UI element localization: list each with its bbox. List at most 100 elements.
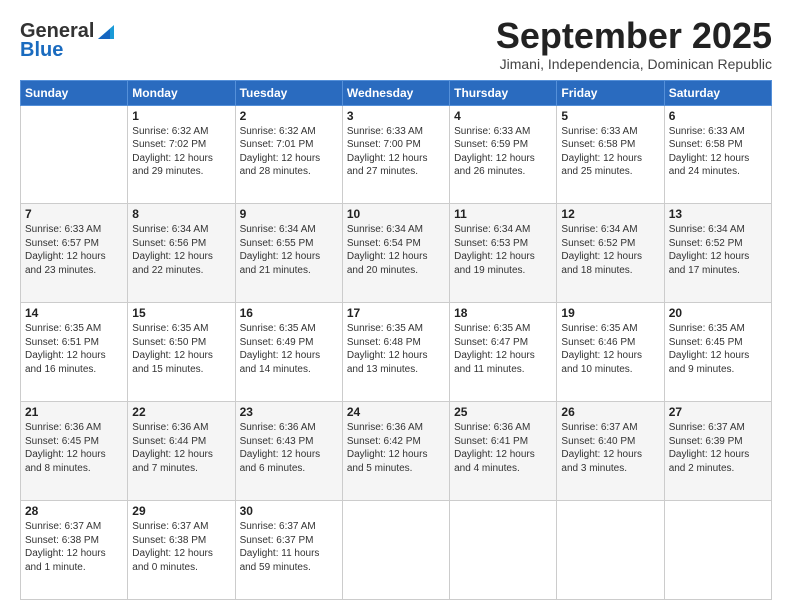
header-monday: Monday	[128, 80, 235, 105]
cell-info-line: Sunrise: 6:36 AM	[240, 422, 316, 433]
cell-info-line: Daylight: 12 hours	[454, 350, 535, 361]
header-friday: Friday	[557, 80, 664, 105]
cell-info: Sunrise: 6:35 AMSunset: 6:49 PMDaylight:…	[240, 322, 338, 376]
table-row: 8Sunrise: 6:34 AMSunset: 6:56 PMDaylight…	[128, 204, 235, 303]
cell-info-line: Daylight: 12 hours	[669, 449, 750, 460]
cell-info-line: and 59 minutes.	[240, 562, 311, 573]
day-number: 26	[561, 405, 659, 419]
cell-info-line: Sunrise: 6:33 AM	[669, 126, 745, 137]
cell-info-line: Daylight: 12 hours	[561, 153, 642, 164]
table-row	[342, 501, 449, 600]
cell-info-line: and 22 minutes.	[132, 265, 203, 276]
table-row: 24Sunrise: 6:36 AMSunset: 6:42 PMDayligh…	[342, 402, 449, 501]
cell-info-line: Sunrise: 6:34 AM	[240, 224, 316, 235]
cell-info: Sunrise: 6:35 AM Sunset: 6:51 PM Daylight:…	[25, 322, 123, 376]
table-row: 18Sunrise: 6:35 AMSunset: 6:47 PMDayligh…	[450, 303, 557, 402]
cell-info-line: Sunrise: 6:34 AM	[132, 224, 208, 235]
cell-info-line: and 29 minutes.	[132, 166, 203, 177]
table-row: 19Sunrise: 6:35 AMSunset: 6:46 PMDayligh…	[557, 303, 664, 402]
day-number: 20	[669, 306, 767, 320]
cell-info: Sunrise: 6:33 AMSunset: 6:57 PMDaylight:…	[25, 223, 123, 277]
cell-info-line: and 26 minutes.	[454, 166, 525, 177]
cell-info-line: Sunset: 7:00 PM	[347, 139, 421, 150]
cell-info-line: Sunrise: 6:36 AM	[132, 422, 208, 433]
cell-info-line: and 25 minutes.	[561, 166, 632, 177]
cell-info-line: Sunrise: 6:32 AM	[240, 126, 316, 137]
day-number: 11	[454, 207, 552, 221]
calendar-week-row: 14Sunrise: 6:35 AMSunset: 6:51 PMDayligh…	[21, 303, 772, 402]
table-row: 2Sunrise: 6:32 AMSunset: 7:01 PMDaylight…	[235, 105, 342, 204]
cell-info-line: Sunset: 6:56 PM	[132, 238, 206, 249]
table-row: 28Sunrise: 6:37 AMSunset: 6:38 PMDayligh…	[21, 501, 128, 600]
table-row	[557, 501, 664, 600]
cell-info-line: Daylight: 12 hours	[25, 350, 106, 361]
day-number: 22	[132, 405, 230, 419]
table-row: 11 Sunrise: 6:34 AMSunset: 6:53 PMDayligh…	[450, 204, 557, 303]
logo-blue: Blue	[20, 39, 63, 62]
cell-info: Sunrise: 6:33 AMSunset: 6:58 PMDaylight:…	[561, 125, 659, 179]
cell-info: Sunrise: 6:36 AMSunset: 6:41 PMDaylight:…	[454, 421, 552, 475]
cell-info-line: Sunrise: 6:34 AM	[669, 224, 745, 235]
cell-info-line: and 23 minutes.	[25, 265, 96, 276]
cell-info-line: Sunrise: 6:37 AM	[561, 422, 637, 433]
day-number: 10	[347, 207, 445, 221]
calendar-week-row: 28Sunrise: 6:37 AMSunset: 6:38 PMDayligh…	[21, 501, 772, 600]
cell-info-line: Sunset: 6:58 PM	[561, 139, 635, 150]
cell-info-line: Sunrise: 6:34 AM	[454, 224, 530, 235]
cell-info: Sunrise: 6:37 AMSunset: 6:38 PMDaylight:…	[25, 520, 123, 574]
cell-info: Sunrise: 6:33 AM Sunset: 6:58 PM Daylight:…	[669, 125, 767, 179]
page: General Blue September 2025 Jimani, Inde…	[0, 0, 792, 612]
cell-info: Sunrise: 6:34 AMSunset: 6:53 PMDaylight:…	[454, 223, 552, 277]
table-row: 16 Sunrise: 6:35 AMSunset: 6:49 PMDayligh…	[235, 303, 342, 402]
cell-info-line: Daylight: 12 hours	[561, 449, 642, 460]
cell-info-line: Sunset: 6:44 PM	[132, 436, 206, 447]
cell-info-line: Sunrise: 6:35 AM	[669, 323, 745, 334]
cell-info-line: and 21 minutes.	[240, 265, 311, 276]
cell-info-line: Sunrise: 6:33 AM	[347, 126, 423, 137]
cell-info-line: Daylight: 12 hours	[561, 350, 642, 361]
header-wednesday: Wednesday	[342, 80, 449, 105]
cell-info-line: and 14 minutes.	[240, 364, 311, 375]
cell-info-line: and 27 minutes.	[347, 166, 418, 177]
cell-info-line: Sunset: 6:58 PM	[669, 139, 743, 150]
table-row	[450, 501, 557, 600]
calendar-week-row: 1Sunrise: 6:32 AMSunset: 7:02 PMDaylight…	[21, 105, 772, 204]
cell-info-line: and 0 minutes.	[132, 562, 198, 573]
cell-info-line: Daylight: 12 hours	[347, 153, 428, 164]
cell-info-line: Sunset: 6:45 PM	[669, 337, 743, 348]
cell-info-line: Sunrise: 6:35 AM	[132, 323, 208, 334]
cell-info-line: Sunset: 6:50 PM	[132, 337, 206, 348]
cell-info-line: Sunset: 6:59 PM	[454, 139, 528, 150]
cell-info-line: Daylight: 12 hours	[669, 153, 750, 164]
day-number: 2	[240, 109, 338, 123]
cell-info-line: Sunrise: 6:37 AM	[25, 521, 101, 532]
day-number: 16	[240, 306, 338, 320]
cell-info-line: and 17 minutes.	[669, 265, 740, 276]
table-row: 9Sunrise: 6:34 AMSunset: 6:55 PMDaylight…	[235, 204, 342, 303]
cell-info-line: Sunset: 6:55 PM	[240, 238, 314, 249]
cell-info-line: Daylight: 12 hours	[347, 350, 428, 361]
table-row: 6Sunrise: 6:33 AMSunset: 6:58 PMDaylight…	[664, 105, 771, 204]
day-number: 29	[132, 504, 230, 518]
cell-info-line: and 11 minutes.	[454, 364, 524, 375]
day-number: 24	[347, 405, 445, 419]
cell-info-line: Daylight: 12 hours	[669, 251, 750, 262]
cell-info-line: Sunset: 6:51 PM	[25, 337, 99, 348]
table-row: 3 Sunrise: 6:33 AM Sunset: 7:00 PM Daylight…	[342, 105, 449, 204]
header-sunday: Sunday	[21, 80, 128, 105]
cell-info-line: Sunset: 6:38 PM	[25, 535, 99, 546]
day-number: 3	[347, 109, 445, 123]
table-row: 1Sunrise: 6:32 AMSunset: 7:02 PMDaylight…	[128, 105, 235, 204]
cell-info-line: Sunset: 6:49 PM	[240, 337, 314, 348]
cell-info: Sunrise: 6:34 AMSunset: 6:52 PMDaylight:…	[561, 223, 659, 277]
cell-info-line: Sunset: 6:45 PM	[25, 436, 99, 447]
calendar-week-row: 7Sunrise: 6:33 AMSunset: 6:57 PMDaylight…	[21, 204, 772, 303]
cell-info-line: and 28 minutes.	[240, 166, 311, 177]
cell-info-line: Daylight: 12 hours	[347, 251, 428, 262]
cell-info: Sunrise: 6:37 AMSunset: 6:38 PMDaylight:…	[132, 520, 230, 574]
cell-info-line: Daylight: 11 hours	[240, 548, 320, 559]
cell-info-line: Daylight: 12 hours	[25, 251, 106, 262]
cell-info-line: Sunrise: 6:35 AM	[25, 323, 101, 334]
cell-info-line: Sunset: 6:43 PM	[240, 436, 314, 447]
day-number: 8	[132, 207, 230, 221]
